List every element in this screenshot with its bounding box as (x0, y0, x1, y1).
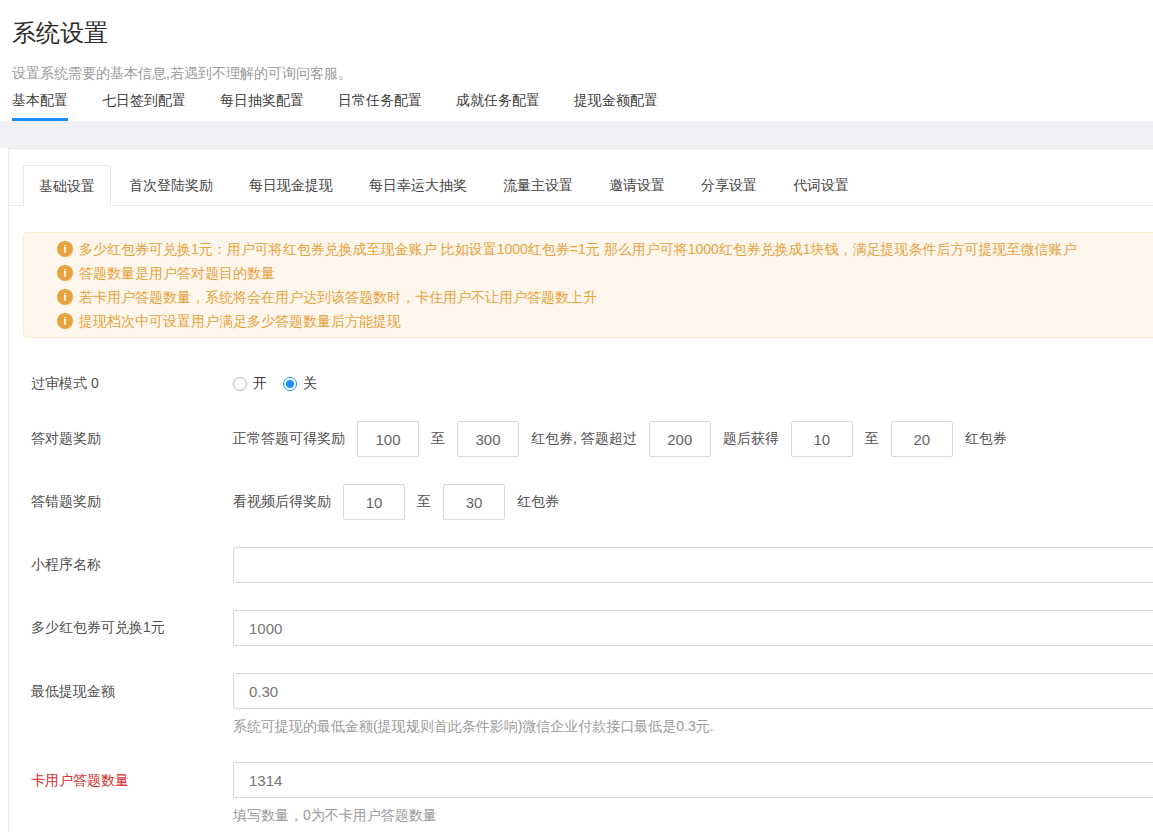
correct-reward-text-4: 题后获得 (723, 430, 779, 448)
wrong-reward-text-3: 红包券 (517, 493, 559, 511)
top-tab[interactable]: 七日签到配置 (102, 92, 186, 121)
correct-reward-threshold-input[interactable] (649, 421, 711, 457)
block-count-content: 填写数量，0为不卡用户答题数量 (233, 762, 1153, 824)
correct-reward-text-1: 正常答题可得奖励 (233, 430, 345, 448)
block-count-help: 填写数量，0为不卡用户答题数量 (233, 806, 1153, 824)
notice-text: 多少红包券可兑换1元：用户可将红包券兑换成至现金账户 比如设置1000红包券=1… (79, 237, 1077, 261)
sub-tab[interactable]: 代词设置 (775, 165, 867, 205)
min-withdraw-help: 系统可提现的最低金额(提现规则首此条件影响)微信企业付款接口最低是0.3元. (233, 717, 1153, 735)
notice-line: i 若卡用户答题数量，系统将会在用户达到该答题数时，卡住用户不让用户答题数上升 (57, 285, 1153, 309)
block-count-input[interactable] (233, 762, 1153, 798)
sub-tab-label: 基础设置 (39, 178, 95, 194)
notice-text: 提现档次中可设置用户满足多少答题数量后方能提现 (79, 309, 401, 333)
audit-mode-radio[interactable]: 开 (233, 375, 267, 393)
notice-text: 若卡用户答题数量，系统将会在用户达到该答题数时，卡住用户不让用户答题数上升 (79, 285, 597, 309)
form-row-block-count: 卡用户答题数量 填写数量，0为不卡用户答题数量 (9, 762, 1153, 824)
min-withdraw-label: 最低提现金额 (31, 673, 233, 709)
page-subtitle: 设置系统需要的基本信息,若遇到不理解的可询问客服。 (12, 65, 1141, 82)
wrong-reward-min-input[interactable] (343, 484, 405, 520)
top-tab-label: 成就任务配置 (456, 92, 540, 108)
page-title: 系统设置 (12, 18, 1141, 48)
block-count-label: 卡用户答题数量 (31, 762, 233, 798)
settings-card: 基础设置 首次登陆奖励 每日现金提现 每日幸运大抽奖 流量主设置 邀请设置 分享… (8, 148, 1153, 832)
form-row-wrong-reward: 答错题奖励 看视频后得奖励 至 红包券 (9, 484, 1153, 520)
sub-tab-label: 每日现金提现 (249, 177, 333, 193)
info-icon: i (57, 241, 73, 257)
top-tab-label: 每日抽奖配置 (220, 92, 304, 108)
form-row-app-name: 小程序名称 (9, 547, 1153, 583)
sub-tab-label: 邀请设置 (609, 177, 665, 193)
top-tab[interactable]: 日常任务配置 (338, 92, 422, 121)
correct-reward-min-input[interactable] (357, 421, 419, 457)
form-row-correct-reward: 答对题奖励 正常答题可得奖励 至 红包券, 答题超过 题后获得 至 红包券 (9, 421, 1153, 457)
top-tab[interactable]: 每日抽奖配置 (220, 92, 304, 121)
page-header: 系统设置 设置系统需要的基本信息,若遇到不理解的可询问客服。 基本配置 七日签到… (0, 0, 1153, 121)
form-row-exchange-rate: 多少红包券可兑换1元 (9, 610, 1153, 646)
top-tab-label: 提现金额配置 (574, 92, 658, 108)
min-withdraw-content: 系统可提现的最低金额(提现规则首此条件影响)微信企业付款接口最低是0.3元. (233, 673, 1153, 735)
exchange-rate-input[interactable] (233, 610, 1153, 646)
form-row-audit-mode: 过审模式 0 开 关 (9, 366, 1153, 402)
wrong-reward-text-1: 看视频后得奖励 (233, 493, 331, 511)
notice-line: i 多少红包券可兑换1元：用户可将红包券兑换成至现金账户 比如设置1000红包券… (57, 237, 1153, 261)
info-icon: i (57, 289, 73, 305)
sub-tab-label: 分享设置 (701, 177, 757, 193)
notice-text: 答题数量是用户答对题目的数量 (79, 261, 275, 285)
correct-reward-label: 答对题奖励 (31, 430, 233, 448)
app-name-content (233, 547, 1153, 583)
sub-tab-label: 首次登陆奖励 (129, 177, 213, 193)
wrong-reward-content: 看视频后得奖励 至 红包券 (233, 484, 1153, 520)
notice-line: i 答题数量是用户答对题目的数量 (57, 261, 1153, 285)
top-tabs: 基本配置 七日签到配置 每日抽奖配置 日常任务配置 成就任务配置 提现金额配置 (12, 92, 1141, 121)
audit-mode-label: 过审模式 0 (31, 375, 233, 393)
wrong-reward-label: 答错题奖励 (31, 493, 233, 511)
notice-box: i 多少红包券可兑换1元：用户可将红包券兑换成至现金账户 比如设置1000红包券… (23, 232, 1153, 338)
correct-reward-after-min-input[interactable] (791, 421, 853, 457)
app-name-input[interactable] (233, 547, 1153, 583)
min-withdraw-input[interactable] (233, 673, 1153, 709)
sub-tab[interactable]: 分享设置 (683, 165, 775, 205)
radio-label: 关 (303, 375, 317, 393)
radio-icon (233, 377, 247, 391)
info-icon: i (57, 265, 73, 281)
settings-form: 过审模式 0 开 关 答对题奖励 正常答题可得奖励 至 红包券, 答题超过 (9, 366, 1153, 824)
form-row-min-withdraw: 最低提现金额 系统可提现的最低金额(提现规则首此条件影响)微信企业付款接口最低是… (9, 673, 1153, 735)
exchange-rate-label: 多少红包券可兑换1元 (31, 619, 233, 637)
correct-reward-after-max-input[interactable] (891, 421, 953, 457)
correct-reward-text-2: 至 (431, 430, 445, 448)
sub-tab-label: 流量主设置 (503, 177, 573, 193)
info-icon: i (57, 313, 73, 329)
app-name-label: 小程序名称 (31, 556, 233, 574)
sub-tab[interactable]: 邀请设置 (591, 165, 683, 205)
exchange-rate-content (233, 610, 1153, 646)
sub-tab[interactable]: 首次登陆奖励 (111, 165, 231, 205)
correct-reward-text-6: 红包券 (965, 430, 1007, 448)
sub-tabs: 基础设置 首次登陆奖励 每日现金提现 每日幸运大抽奖 流量主设置 邀请设置 分享… (9, 165, 1153, 206)
sub-tab-label: 每日幸运大抽奖 (369, 177, 467, 193)
page-background-band (0, 121, 1153, 148)
sub-tab[interactable]: 基础设置 (23, 165, 111, 206)
top-tab[interactable]: 提现金额配置 (574, 92, 658, 121)
sub-tab[interactable]: 每日现金提现 (231, 165, 351, 205)
top-tab[interactable]: 成就任务配置 (456, 92, 540, 121)
sub-tab[interactable]: 每日幸运大抽奖 (351, 165, 485, 205)
correct-reward-text-3: 红包券, 答题超过 (531, 430, 637, 448)
top-tab-label: 日常任务配置 (338, 92, 422, 108)
wrong-reward-text-2: 至 (417, 493, 431, 511)
top-tab[interactable]: 基本配置 (12, 92, 68, 121)
audit-mode-radio[interactable]: 关 (283, 375, 317, 393)
correct-reward-content: 正常答题可得奖励 至 红包券, 答题超过 题后获得 至 红包券 (233, 421, 1153, 457)
sub-tab[interactable]: 流量主设置 (485, 165, 591, 205)
wrong-reward-max-input[interactable] (443, 484, 505, 520)
top-tab-label: 七日签到配置 (102, 92, 186, 108)
sub-tab-label: 代词设置 (793, 177, 849, 193)
correct-reward-text-5: 至 (865, 430, 879, 448)
top-tab-label: 基本配置 (12, 92, 68, 108)
notice-line: i 提现档次中可设置用户满足多少答题数量后方能提现 (57, 309, 1153, 333)
radio-label: 开 (253, 375, 267, 393)
audit-mode-radio-group: 开 关 (233, 375, 1153, 393)
correct-reward-max-input[interactable] (457, 421, 519, 457)
radio-icon (283, 377, 297, 391)
